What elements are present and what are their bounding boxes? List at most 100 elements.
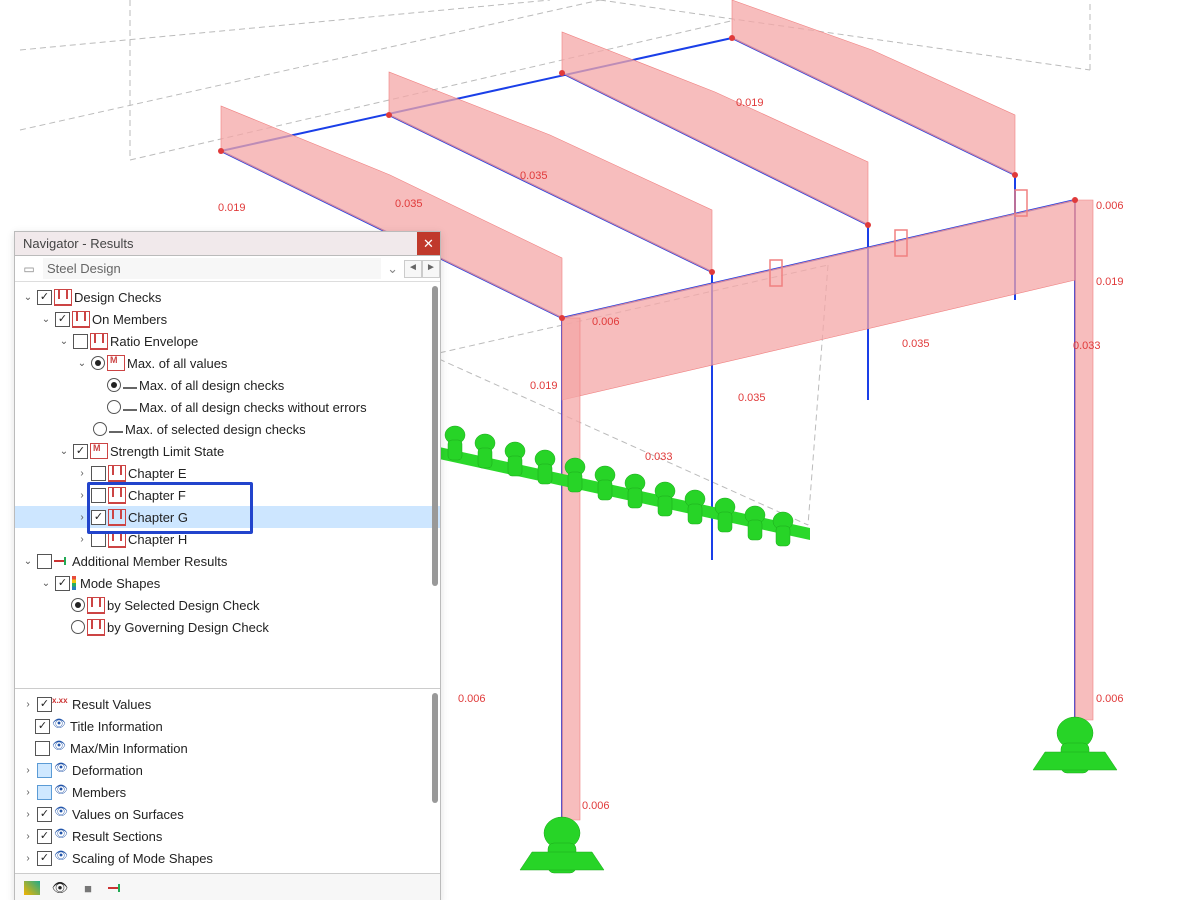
navigator-panel: Navigator - Results ✕ ▭ ⌄ ◄ ► ⌄ ✓ Design…	[14, 231, 441, 900]
frame-icon	[87, 619, 105, 636]
frame-icon	[108, 509, 126, 526]
tree-label: Chapter H	[128, 532, 187, 547]
mcheck-icon	[90, 443, 108, 459]
frame-icon	[108, 465, 126, 482]
tree-label: Scaling of Mode Shapes	[72, 851, 213, 866]
eye-icon	[52, 741, 68, 755]
frame-icon	[87, 597, 105, 614]
tree-label: Result Sections	[72, 829, 162, 844]
eye-icon	[54, 763, 70, 777]
selector-next-button[interactable]: ►	[422, 260, 440, 278]
toolbar-camera-button[interactable]: ■	[77, 878, 99, 898]
result-value: 0.006	[1096, 200, 1124, 212]
tree-item-max-all-checks[interactable]: Max. of all design checks	[15, 374, 440, 396]
dash-icon	[109, 431, 123, 433]
tree-item-title-info[interactable]: ✓ Title Information	[15, 715, 440, 737]
frame-icon	[54, 289, 72, 306]
tree-label: Title Information	[70, 719, 163, 734]
tree-item-max-selected-checks[interactable]: Max. of selected design checks	[15, 418, 440, 440]
result-value: 0.019	[1096, 276, 1124, 288]
result-value: 0.033	[645, 451, 673, 463]
selector-dropdown-icon[interactable]: ⌄	[387, 261, 398, 277]
result-value: 0.033	[1073, 340, 1101, 352]
toolbar-home-button[interactable]	[21, 878, 43, 898]
eye-icon	[54, 829, 70, 843]
result-values-icon	[54, 697, 70, 711]
scrollbar-thumb[interactable]	[432, 286, 438, 586]
navigator-selector-row: ▭ ⌄ ◄ ►	[15, 256, 440, 282]
tree-item-design-checks[interactable]: ⌄ ✓ Design Checks	[15, 286, 440, 308]
tree-item-scaling-mode-shapes[interactable]: › ✓ Scaling of Mode Shapes	[15, 847, 440, 869]
result-value: 0.006	[1096, 693, 1124, 705]
tree-item-chapter-f[interactable]: › Chapter F	[15, 484, 440, 506]
tree-label: Max. of all design checks without errors	[139, 400, 367, 415]
scrollbar-thumb[interactable]	[432, 693, 438, 803]
mode-shapes-icon	[72, 576, 76, 590]
mcheck-icon	[107, 355, 125, 371]
dash-icon	[123, 409, 137, 411]
tree-item-result-values[interactable]: › ✓ Result Values	[15, 693, 440, 715]
tree-label: Chapter E	[128, 466, 187, 481]
tree-item-chapter-e[interactable]: › Chapter E	[15, 462, 440, 484]
tree-label: Mode Shapes	[80, 576, 160, 591]
tree-item-mode-shapes[interactable]: ⌄ ✓ Mode Shapes	[15, 572, 440, 594]
selector-prev-button[interactable]: ◄	[404, 260, 422, 278]
tree-item-chapter-g[interactable]: › ✓ Chapter G	[15, 506, 440, 528]
navigator-toolbar: 👁 ■	[15, 873, 440, 900]
result-value: 0.019	[218, 202, 246, 214]
result-value: 0.035	[902, 338, 930, 350]
tree-item-on-members[interactable]: ⌄ ✓ On Members	[15, 308, 440, 330]
tree-item-by-selected[interactable]: by Selected Design Check	[15, 594, 440, 616]
tree-item-max-all-values[interactable]: ⌄ Max. of all values	[15, 352, 440, 374]
eye-icon	[54, 785, 70, 799]
toolbar-results-button[interactable]	[105, 878, 127, 898]
tree-label: by Selected Design Check	[107, 598, 259, 613]
result-value: 0.006	[582, 800, 610, 812]
tree-item-strength-limit[interactable]: ⌄ ✓ Strength Limit State	[15, 440, 440, 462]
result-value: 0.019	[736, 97, 764, 109]
tree-item-additional-results[interactable]: ⌄ Additional Member Results	[15, 550, 440, 572]
tree-label: Design Checks	[74, 290, 161, 305]
tree-label: Additional Member Results	[72, 554, 227, 569]
close-button[interactable]: ✕	[417, 232, 440, 255]
navigator-title-bar[interactable]: Navigator - Results ✕	[15, 232, 440, 256]
tree-label: Max. of all design checks	[139, 378, 284, 393]
result-value: 0.006	[458, 693, 486, 705]
result-value: 0.035	[520, 170, 548, 182]
navigator-tree: ⌄ ✓ Design Checks ⌄ ✓ On Members ⌄ Ratio…	[15, 282, 440, 873]
tree-label: Chapter F	[128, 488, 186, 503]
toolbar-eye-button[interactable]: 👁	[49, 878, 71, 898]
result-value: 0.019	[530, 380, 558, 392]
tree-label: Result Values	[72, 697, 151, 712]
tree-label: Members	[72, 785, 126, 800]
tree-label: Max/Min Information	[70, 741, 188, 756]
tree-item-by-governing[interactable]: by Governing Design Check	[15, 616, 440, 638]
tree-label: Values on Surfaces	[72, 807, 184, 822]
tree-label: Chapter G	[128, 510, 188, 525]
tree-label: On Members	[92, 312, 167, 327]
tree-item-members[interactable]: › Members	[15, 781, 440, 803]
tree-item-maxmin-info[interactable]: Max/Min Information	[15, 737, 440, 759]
tree-label: Strength Limit State	[110, 444, 224, 459]
frame-icon	[72, 311, 90, 328]
tree-item-chapter-h[interactable]: › Chapter H	[15, 528, 440, 550]
tree-label: Max. of selected design checks	[125, 422, 306, 437]
navigator-title: Navigator - Results	[23, 236, 134, 251]
eye-icon	[52, 719, 68, 733]
tree-item-deformation[interactable]: › Deformation	[15, 759, 440, 781]
tree-item-ratio-envelope[interactable]: ⌄ Ratio Envelope	[15, 330, 440, 352]
tree-item-result-sections[interactable]: › ✓ Result Sections	[15, 825, 440, 847]
frame-icon	[108, 487, 126, 504]
dash-icon	[123, 387, 137, 389]
tree-item-values-on-surfaces[interactable]: › ✓ Values on Surfaces	[15, 803, 440, 825]
result-value: 0.035	[738, 392, 766, 404]
module-selector[interactable]	[43, 258, 381, 279]
tree-label: Ratio Envelope	[110, 334, 198, 349]
frame-icon	[108, 531, 126, 548]
tree-label: Deformation	[72, 763, 143, 778]
tree-item-max-all-checks-noerr[interactable]: Max. of all design checks without errors	[15, 396, 440, 418]
frame-icon	[90, 333, 108, 350]
tree-label: Max. of all values	[127, 356, 227, 371]
eye-icon	[54, 807, 70, 821]
eye-icon	[54, 851, 70, 865]
